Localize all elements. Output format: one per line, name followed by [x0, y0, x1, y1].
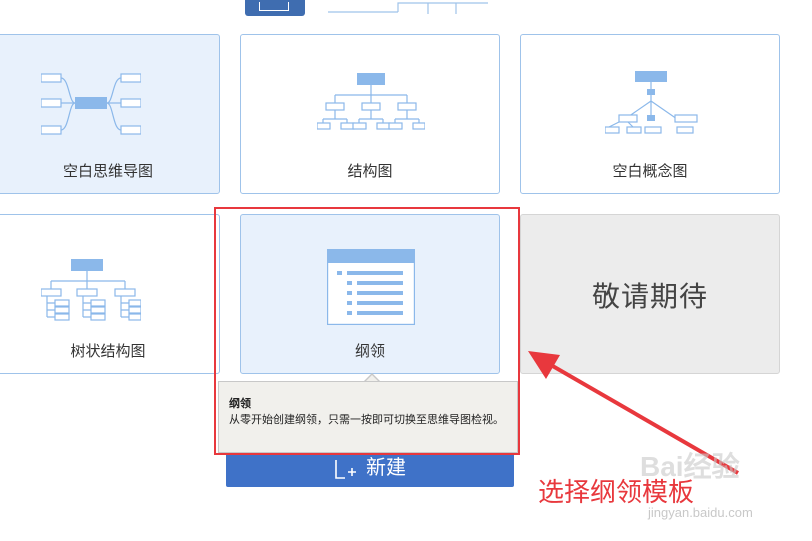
org-structure-icon: [317, 73, 425, 130]
blank-mindmap-icon: [41, 73, 141, 135]
template-label: 结构图: [347, 163, 393, 180]
template-card-structure[interactable]: 结构图: [240, 34, 500, 194]
template-label: 空白概念图: [612, 163, 688, 180]
new-button-label: 新建: [366, 457, 406, 479]
annotation-highlight-box: [214, 207, 520, 455]
top-template-icon[interactable]: [245, 0, 305, 16]
new-button[interactable]: 新建: [226, 450, 514, 487]
template-card-blank-concept[interactable]: 空白概念图: [520, 34, 780, 194]
template-label: 树状结构图: [70, 343, 146, 360]
template-label: 空白思维导图: [62, 163, 153, 180]
template-card-tree[interactable]: 树状结构图: [0, 214, 220, 374]
tree-structure-icon: [41, 259, 141, 321]
annotation-text: 选择纲领模板: [538, 478, 695, 508]
new-document-icon: [335, 459, 356, 479]
top-diagram-icon: [328, 2, 488, 14]
template-card-blank-mindmap[interactable]: 空白思维导图: [0, 34, 220, 194]
concept-map-icon: [605, 71, 698, 134]
coming-soon-text: 敬请期待: [591, 281, 708, 312]
